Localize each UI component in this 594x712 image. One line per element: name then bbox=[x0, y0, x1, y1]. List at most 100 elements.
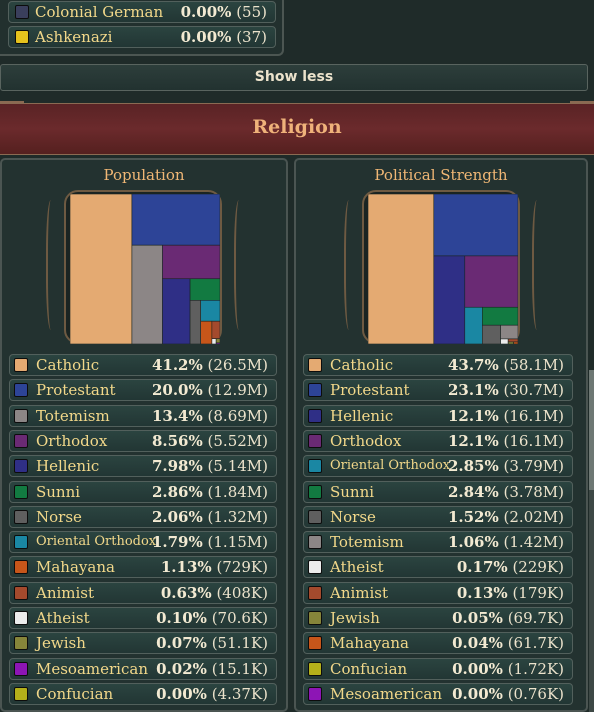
religion-name: Atheist bbox=[36, 609, 90, 627]
religion-color-swatch bbox=[14, 459, 28, 474]
treemap-cell-protestant[interactable] bbox=[433, 194, 518, 257]
treemap-cell-norse[interactable] bbox=[189, 300, 202, 344]
treemap-cell-mahayana[interactable] bbox=[200, 320, 213, 344]
treemap-cell-hellenic[interactable] bbox=[433, 255, 466, 344]
treemap-cell-animist[interactable] bbox=[507, 338, 518, 343]
religion-name: Sunni bbox=[330, 482, 375, 501]
treemap-cell-orthodox[interactable] bbox=[162, 244, 220, 280]
ethnicity-value: 0.00% (37) bbox=[180, 28, 267, 46]
religion-row[interactable]: Animist 0.13% (179K) bbox=[303, 581, 573, 604]
treemap-cell-oriental-orthodox[interactable] bbox=[200, 300, 220, 322]
religion-row[interactable]: Mesoamerican 0.00% (0.76K) bbox=[303, 682, 573, 705]
religion-color-swatch bbox=[308, 611, 322, 625]
treemap-cell-totemism[interactable] bbox=[131, 244, 163, 344]
religion-value: 1.52% (2.02M) bbox=[447, 507, 564, 526]
religion-color-swatch bbox=[14, 433, 28, 448]
religion-row[interactable]: Jewish 0.07% (51.1K) bbox=[9, 632, 277, 655]
religion-row[interactable]: Hellenic 7.98% (5.14M) bbox=[9, 455, 277, 478]
religion-name: Oriental Orthodox bbox=[36, 534, 157, 550]
religion-row[interactable]: Totemism 1.06% (1.42M) bbox=[303, 531, 573, 554]
treemap-cell-jewish[interactable] bbox=[215, 338, 220, 344]
religion-row[interactable]: Atheist 0.17% (229K) bbox=[303, 556, 573, 579]
religion-row[interactable]: Mahayana 1.13% (729K) bbox=[9, 556, 277, 579]
treemap-cell-mahayana[interactable] bbox=[513, 341, 518, 344]
ethnicity-list-panel: Colonial German 0.00% (55) Ashkenazi 0.0… bbox=[0, 0, 284, 56]
religion-value: 41.2% (26.5M) bbox=[151, 356, 268, 374]
banner-ornament-icon bbox=[570, 101, 594, 113]
population-treemap[interactable] bbox=[70, 194, 220, 344]
religion-row[interactable]: Oriental Orthodox 1.79% (1.15M) bbox=[9, 531, 277, 554]
religion-name: Jewish bbox=[36, 634, 86, 653]
religion-value: 12.1% (16.1M) bbox=[447, 431, 564, 450]
religion-value: 0.05% (69.7K) bbox=[452, 609, 564, 627]
religion-color-swatch bbox=[308, 661, 322, 676]
religion-name: Mahayana bbox=[36, 558, 115, 577]
political-strength-treemap[interactable] bbox=[368, 194, 518, 344]
religion-row[interactable]: Jewish 0.05% (69.7K) bbox=[303, 607, 573, 629]
religion-color-swatch bbox=[14, 408, 28, 423]
religion-row[interactable]: Orthodox 12.1% (16.1M) bbox=[303, 429, 573, 452]
religion-color-swatch bbox=[308, 560, 322, 575]
religion-row[interactable]: Animist 0.63% (408K) bbox=[9, 581, 277, 604]
treemap-cell-orthodox[interactable] bbox=[464, 255, 518, 308]
religion-value: 0.00% (0.76K) bbox=[452, 684, 564, 703]
treemap-cell-protestant[interactable] bbox=[131, 194, 220, 246]
treemap-cell-animist[interactable] bbox=[211, 320, 220, 340]
religion-row[interactable]: Mahayana 0.04% (61.7K) bbox=[303, 632, 573, 655]
religion-row[interactable]: Orthodox 8.56% (5.52M) bbox=[9, 429, 277, 452]
panel-title: Population bbox=[103, 166, 185, 184]
religion-value: 20.0% (12.9M) bbox=[151, 381, 268, 400]
population-panel: Population Catholic 41.2% (26.5M) Protesta… bbox=[0, 158, 288, 712]
treemap-cell-norse[interactable] bbox=[482, 324, 501, 344]
religion-color-swatch bbox=[308, 383, 322, 398]
treemap-cell-sunni[interactable] bbox=[189, 278, 220, 301]
religion-row[interactable]: Protestant 20.0% (12.9M) bbox=[9, 379, 277, 402]
religion-row[interactable]: Catholic 41.2% (26.5M) bbox=[9, 354, 277, 376]
treemap-cell-jewish[interactable] bbox=[507, 341, 514, 344]
religion-row[interactable]: Confucian 0.00% (4.37K) bbox=[9, 682, 277, 705]
ethnicity-name: Colonial German bbox=[35, 3, 164, 21]
religion-value: 0.04% (61.7K) bbox=[452, 634, 564, 653]
religion-row[interactable]: Mesoamerican 0.02% (15.1K) bbox=[9, 657, 277, 680]
treemap-cell-mesoamerican[interactable] bbox=[215, 342, 220, 344]
religion-row[interactable]: Sunni 2.86% (1.84M) bbox=[9, 480, 277, 503]
treemap-cell-oriental-orthodox[interactable] bbox=[464, 306, 483, 344]
religion-row[interactable]: Totemism 13.4% (8.69M) bbox=[9, 404, 277, 427]
treemap-cell-atheist[interactable] bbox=[500, 338, 509, 344]
religion-row[interactable]: Sunni 2.84% (3.78M) bbox=[303, 480, 573, 503]
religion-name: Norse bbox=[36, 507, 82, 526]
religion-row[interactable]: Protestant 23.1% (30.7M) bbox=[303, 379, 573, 402]
ethnicity-color-swatch bbox=[15, 30, 29, 44]
ethnicity-row[interactable]: Colonial German 0.00% (55) bbox=[8, 1, 276, 23]
religion-value: 0.63% (408K) bbox=[160, 583, 268, 602]
ethnicity-name: Ashkenazi bbox=[35, 28, 113, 46]
religion-color-swatch bbox=[14, 636, 28, 651]
religion-row[interactable]: Norse 1.52% (2.02M) bbox=[303, 505, 573, 528]
treemap-cell-catholic[interactable] bbox=[368, 194, 435, 344]
religion-section-header: Religion bbox=[0, 101, 594, 155]
religion-value: 12.1% (16.1M) bbox=[447, 406, 564, 425]
treemap-cell-hellenic[interactable] bbox=[162, 278, 191, 344]
treemap-cell-atheist[interactable] bbox=[211, 338, 217, 344]
treemap-cell-totemism[interactable] bbox=[500, 324, 518, 340]
religion-value: 43.7% (58.1M) bbox=[447, 356, 564, 374]
religion-value: 7.98% (5.14M) bbox=[151, 457, 268, 476]
show-less-button[interactable]: Show less bbox=[0, 64, 588, 91]
religion-color-swatch bbox=[14, 358, 28, 372]
religion-row[interactable]: Catholic 43.7% (58.1M) bbox=[303, 354, 573, 376]
religion-row[interactable]: Hellenic 12.1% (16.1M) bbox=[303, 404, 573, 427]
religion-row[interactable]: Confucian 0.00% (1.72K) bbox=[303, 657, 573, 680]
religion-row[interactable]: Atheist 0.10% (70.6K) bbox=[9, 607, 277, 629]
religion-row[interactable]: Norse 2.06% (1.32M) bbox=[9, 505, 277, 528]
religion-value: 0.10% (70.6K) bbox=[156, 609, 268, 627]
religion-row[interactable]: Oriental Orthodox 2.85% (3.79M) bbox=[303, 455, 573, 478]
religion-value: 23.1% (30.7M) bbox=[447, 381, 564, 400]
scrollbar-thumb[interactable] bbox=[589, 370, 594, 490]
ethnicity-row[interactable]: Ashkenazi 0.00% (37) bbox=[8, 26, 276, 48]
treemap-cell-sunni[interactable] bbox=[482, 306, 518, 326]
treemap-cell-catholic[interactable] bbox=[70, 194, 133, 344]
religion-name: Catholic bbox=[330, 356, 394, 374]
religion-value: 8.56% (5.52M) bbox=[151, 431, 268, 450]
religion-color-swatch bbox=[14, 383, 28, 398]
religion-name: Mesoamerican bbox=[36, 659, 148, 678]
